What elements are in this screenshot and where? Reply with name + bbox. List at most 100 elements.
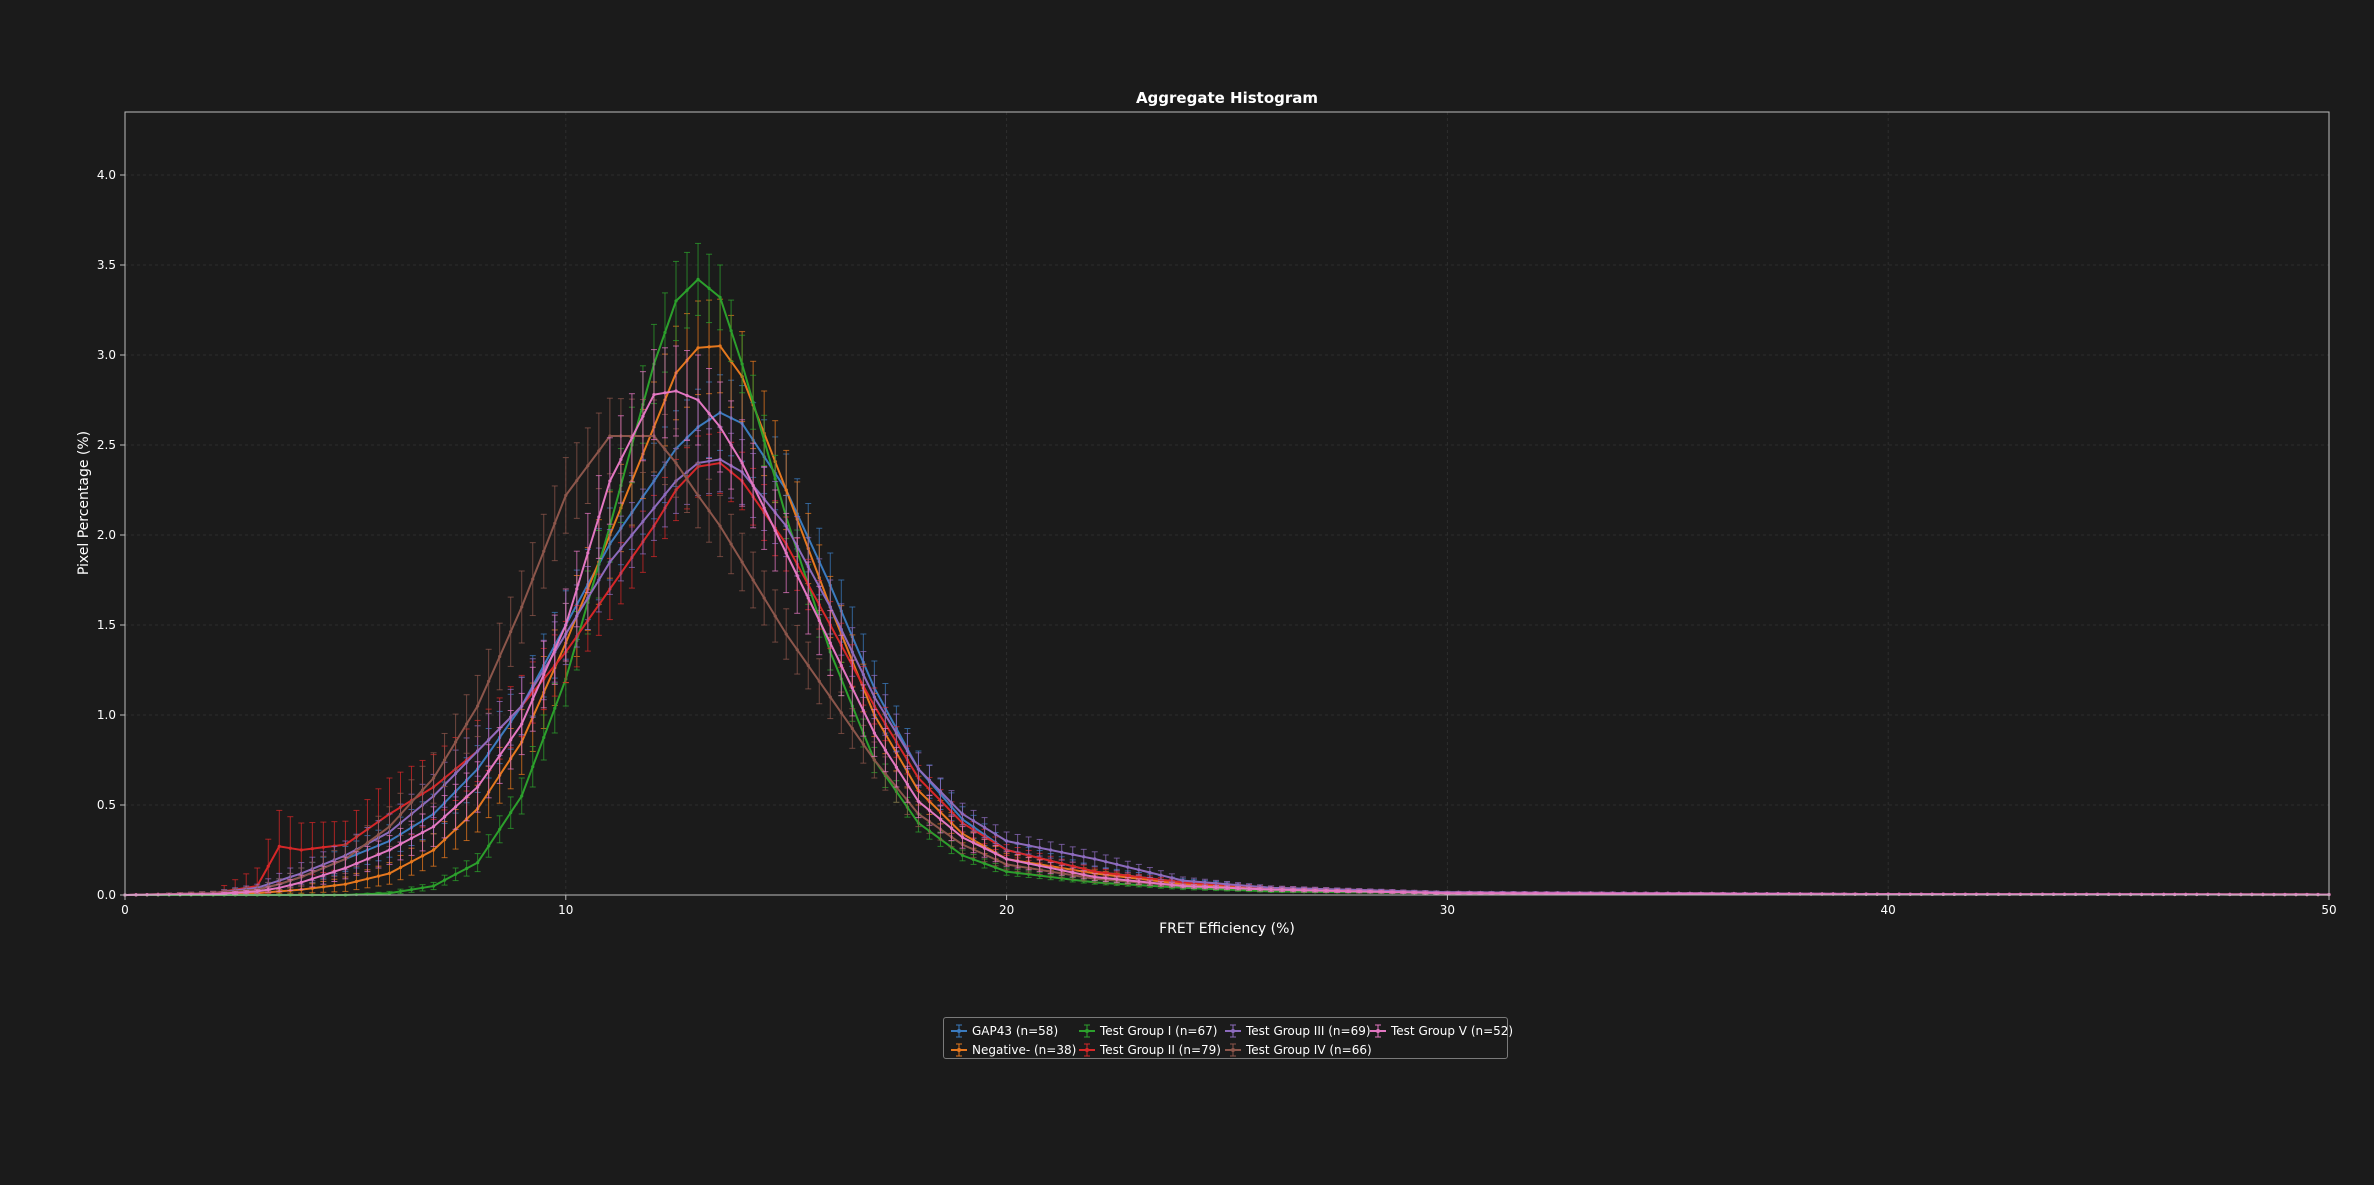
data-point xyxy=(454,771,458,776)
data-point xyxy=(740,362,744,366)
data-point xyxy=(487,679,491,683)
data-point xyxy=(431,776,436,780)
data-point xyxy=(1060,850,1064,854)
data-point xyxy=(1148,870,1152,875)
data-point xyxy=(1005,839,1009,843)
series-4 xyxy=(123,431,2331,897)
data-point xyxy=(531,577,535,581)
data-point xyxy=(476,749,480,753)
data-point xyxy=(498,654,502,659)
data-point xyxy=(1159,873,1163,877)
data-point xyxy=(784,632,788,636)
data-point xyxy=(387,891,392,895)
data-point xyxy=(1005,870,1009,874)
data-point xyxy=(1093,857,1097,861)
plot-area xyxy=(123,242,2331,897)
data-point xyxy=(762,596,766,600)
data-point xyxy=(674,299,678,303)
data-point xyxy=(409,888,414,892)
data-point xyxy=(718,344,722,348)
data-point xyxy=(1049,859,1053,863)
data-point xyxy=(707,345,711,349)
data-point xyxy=(718,295,722,299)
data-point xyxy=(905,749,910,753)
data-point xyxy=(431,884,436,888)
data-point xyxy=(685,477,689,481)
data-point xyxy=(454,872,458,876)
data-point xyxy=(982,861,987,866)
data-point xyxy=(1093,870,1097,874)
data-point xyxy=(332,883,336,888)
data-point xyxy=(740,560,744,564)
data-point xyxy=(916,767,921,771)
data-point xyxy=(707,509,711,513)
data-point xyxy=(861,672,865,677)
data-point xyxy=(586,464,590,468)
data-point xyxy=(883,771,887,776)
data-point xyxy=(729,542,733,546)
data-point xyxy=(839,711,843,715)
data-point xyxy=(476,704,480,708)
data-point xyxy=(795,648,799,652)
data-point xyxy=(806,663,810,668)
data-point xyxy=(1115,862,1119,867)
data-point xyxy=(398,889,403,894)
data-point xyxy=(266,864,270,868)
data-point xyxy=(949,801,954,805)
data-point xyxy=(773,477,777,481)
data-point xyxy=(773,614,777,618)
data-point xyxy=(409,800,414,804)
data-point xyxy=(277,844,281,849)
data-point xyxy=(1181,879,1185,883)
data-point xyxy=(960,812,965,816)
data-point xyxy=(641,519,645,524)
data-point xyxy=(839,627,843,632)
data-point xyxy=(751,578,755,582)
data-point xyxy=(982,825,987,830)
data-point xyxy=(696,277,700,281)
data-point xyxy=(520,794,524,798)
data-point xyxy=(729,329,733,333)
data-point xyxy=(420,854,425,858)
data-point xyxy=(817,679,821,683)
data-point xyxy=(365,877,370,881)
data-point xyxy=(553,521,557,525)
data-point xyxy=(938,789,943,794)
data-point xyxy=(321,845,325,849)
data-point xyxy=(586,596,590,600)
data-point xyxy=(343,882,347,886)
data-point xyxy=(542,735,546,740)
data-point xyxy=(321,885,325,889)
data-point xyxy=(597,578,601,582)
data-point xyxy=(476,861,480,865)
data-point xyxy=(454,740,458,744)
series-7 xyxy=(123,345,2331,897)
data-point xyxy=(894,731,899,735)
data-point xyxy=(1016,841,1020,845)
data-point xyxy=(850,650,854,654)
data-point xyxy=(883,713,887,717)
data-point xyxy=(376,874,381,878)
data-point xyxy=(387,871,392,876)
data-point xyxy=(696,493,700,497)
data-point xyxy=(828,695,832,699)
data-point xyxy=(310,847,314,851)
data-point xyxy=(762,438,766,443)
data-point xyxy=(1027,843,1031,848)
data-point xyxy=(1104,871,1108,875)
data-point xyxy=(299,848,303,852)
series-6 xyxy=(123,397,2331,897)
data-point xyxy=(861,742,865,746)
chart: Aggregate Histogram 0 10 20 30 40 500.00.51.0… xyxy=(76,89,2337,937)
data-point xyxy=(927,778,932,782)
data-point xyxy=(1038,856,1042,860)
data-point xyxy=(442,758,447,762)
data-point xyxy=(608,524,612,528)
data-point xyxy=(442,838,447,842)
data-point xyxy=(872,758,876,762)
data-point xyxy=(531,765,535,769)
data-point xyxy=(498,827,502,831)
data-point xyxy=(520,605,524,609)
data-point xyxy=(850,726,854,731)
data-point xyxy=(442,878,447,882)
